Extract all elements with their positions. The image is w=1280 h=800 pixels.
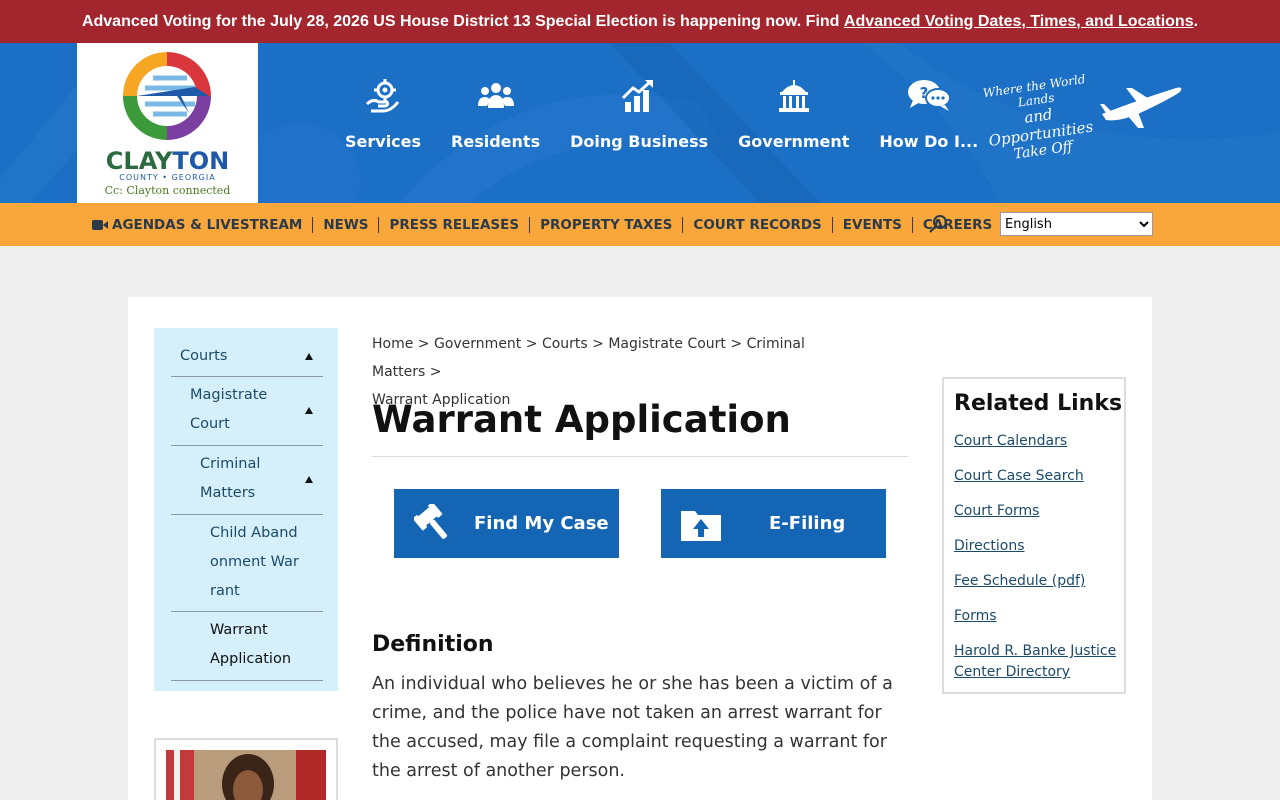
nav-residents[interactable]: Residents [436, 78, 555, 151]
search-icon[interactable] [928, 214, 950, 236]
official-portrait-image [166, 750, 326, 800]
sidenav-warrant-label: Warrant Application [210, 622, 292, 667]
sidenav-courts-toggle[interactable] [305, 353, 313, 360]
subnav-property-taxes[interactable]: PROPERTY TAXES [519, 217, 672, 233]
nav-doing-business[interactable]: Doing Business [555, 78, 723, 151]
nav-government[interactable]: Government [723, 78, 864, 151]
side-nav: Courts Magistrate Court Criminal Matters… [154, 328, 338, 691]
related-links-heading: Related Links [954, 391, 1123, 416]
e-filing-button[interactable]: E-Filing [661, 489, 886, 558]
gavel-icon [414, 503, 448, 539]
subnav-events[interactable]: EVENTS [822, 217, 902, 233]
nav-residents-label: Residents [451, 132, 541, 151]
upload-folder-icon [681, 510, 721, 541]
logo-globe-icon [123, 52, 211, 140]
nav-how-do-i-label: How Do I... [879, 132, 979, 151]
video-camera-icon [92, 219, 108, 230]
breadcrumb-courts[interactable]: Courts [542, 336, 588, 352]
alert-banner: Advanced Voting for the July 28, 2026 US… [0, 0, 1280, 43]
list-item: Court Calendars [954, 431, 1119, 452]
e-filing-label: E-Filing [769, 513, 846, 534]
capitol-icon [778, 80, 809, 112]
list-item: Directions [954, 536, 1119, 557]
sidenav-item-courts[interactable]: Courts [171, 341, 323, 377]
official-photo [166, 750, 326, 800]
people-icon [477, 83, 514, 108]
list-item: Forms [954, 606, 1119, 627]
chart-icon [622, 79, 654, 112]
related-link-court-case-search[interactable]: Court Case Search [954, 468, 1084, 484]
sidenav-magistrate-toggle[interactable] [305, 407, 313, 414]
related-links-list: Court Calendars Court Case Search Court … [954, 431, 1119, 697]
alert-suffix: . [1193, 12, 1199, 30]
logo-subtitle: COUNTY • GEORGIA [119, 173, 216, 182]
related-link-directions[interactable]: Directions [954, 538, 1025, 554]
nav-doing-business-label: Doing Business [570, 132, 709, 151]
logo-tagline: Cc: Clayton connected [104, 184, 231, 197]
sidenav-criminal-label: Criminal Matters [200, 456, 261, 501]
sidenav-item-magistrate-court[interactable]: Magistrate Court [171, 377, 323, 446]
find-my-case-button[interactable]: Find My Case [394, 489, 619, 558]
main-nav: Services Residents Doing Business Govern… [330, 78, 993, 151]
related-link-justice-center-directory[interactable]: Harold R. Banke Justice Center Directory [954, 643, 1116, 680]
title-divider [372, 456, 908, 457]
list-item: Court Forms [954, 501, 1119, 522]
subnav-news[interactable]: NEWS [302, 217, 368, 233]
definition-heading: Definition [372, 632, 494, 657]
site-header: CLAYTON COUNTY • GEORGIA Cc: Clayton con… [0, 43, 1280, 203]
list-item: Court Case Search [954, 466, 1119, 487]
subnav-press-releases[interactable]: PRESS RELEASES [368, 217, 519, 233]
breadcrumb-magistrate[interactable]: Magistrate Court [608, 336, 726, 352]
alert-link[interactable]: Advanced Voting Dates, Times, and Locati… [844, 13, 1194, 31]
logo-wordmark: CLAYTON [105, 147, 230, 175]
find-my-case-label: Find My Case [474, 513, 609, 534]
svg-text:?: ? [919, 84, 928, 102]
sidenav-child-label: Child Abandonment Warrant [210, 525, 299, 599]
nav-services[interactable]: Services [330, 78, 436, 151]
site-logo[interactable]: CLAYTON COUNTY • GEORGIA Cc: Clayton con… [77, 43, 258, 203]
hand-gear-icon [365, 79, 400, 113]
subnav-agendas[interactable]: AGENDAS & LIVESTREAM [92, 217, 302, 233]
sidenav-item-child-abandonment[interactable]: Child Abandonment Warrant [171, 515, 323, 612]
question-bubble-icon: ? [907, 80, 951, 111]
related-link-fee-schedule[interactable]: Fee Schedule (pdf) [954, 573, 1085, 589]
subnav-court-records[interactable]: COURT RECORDS [672, 217, 821, 233]
list-item: Harold R. Banke Justice Center Directory [954, 641, 1119, 683]
breadcrumb-home[interactable]: Home [372, 336, 413, 352]
list-item: Fee Schedule (pdf) [954, 571, 1119, 592]
related-link-forms[interactable]: Forms [954, 608, 997, 624]
related-link-court-forms[interactable]: Court Forms [954, 503, 1039, 519]
sidenav-courts-label: Courts [180, 348, 228, 364]
breadcrumb-government[interactable]: Government [434, 336, 521, 352]
sidenav-item-criminal-matters[interactable]: Criminal Matters [171, 446, 323, 515]
language-select[interactable]: English [1000, 212, 1153, 236]
related-links-box: Related Links Court Calendars Court Case… [942, 377, 1126, 694]
official-photo-box [154, 738, 338, 800]
nav-services-label: Services [345, 132, 422, 151]
sidenav-criminal-toggle[interactable] [305, 476, 313, 483]
alert-text: Advanced Voting for the July 28, 2026 US… [81, 12, 844, 30]
airplane-icon [1100, 87, 1182, 128]
definition-text: An individual who believes he or she has… [372, 674, 893, 781]
nav-government-label: Government [738, 132, 850, 151]
page-title: Warrant Application [372, 398, 791, 441]
sidenav-magistrate-label: Magistrate Court [190, 387, 268, 432]
related-link-court-calendars[interactable]: Court Calendars [954, 433, 1067, 449]
sidenav-item-warrant-application[interactable]: Warrant Application [171, 612, 323, 681]
